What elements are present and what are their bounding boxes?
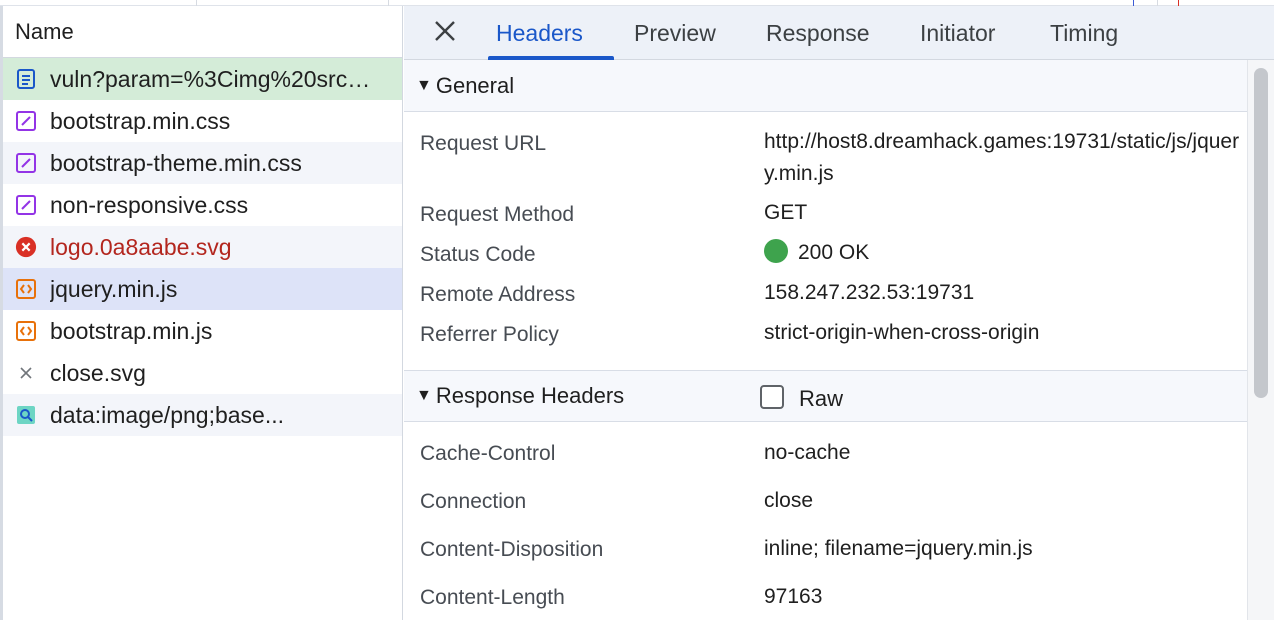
general-section-header[interactable]: ▼ General xyxy=(404,60,1247,112)
header-key: Content-Disposition xyxy=(420,538,604,561)
header-key: Content-Length xyxy=(420,586,565,609)
request-name: bootstrap.min.js xyxy=(50,317,213,344)
header-value[interactable]: 97163 xyxy=(764,581,1244,613)
request-row[interactable]: non-responsive.css xyxy=(3,184,402,226)
details-tabbar: Headers Preview Response Initiator Timin… xyxy=(404,6,1274,60)
image-icon xyxy=(15,404,37,426)
header-key: Connection xyxy=(420,490,527,513)
raw-checkbox[interactable] xyxy=(760,385,784,409)
status-ok-icon xyxy=(764,239,788,263)
request-list-panel: Name vuln?param=%3Cimg%20src%3D... boots… xyxy=(0,6,403,620)
request-url-value[interactable]: http://host8.dreamhack.games:19731/stati… xyxy=(764,126,1244,190)
referrer-policy-label: Referrer Policy xyxy=(420,323,559,346)
section-title: General xyxy=(435,72,515,98)
tab-label: Initiator xyxy=(920,19,996,46)
collapse-triangle-icon: ▼ xyxy=(416,387,432,404)
tab-initiator[interactable]: Initiator xyxy=(920,6,995,60)
header-key: Cache-Control xyxy=(420,442,556,465)
headers-content: ▼ General Request URL http://host8.dream… xyxy=(404,60,1247,620)
request-name: logo.0a8aabe.svg xyxy=(50,233,232,260)
stylesheet-icon xyxy=(15,110,37,132)
close-small-icon xyxy=(15,362,37,384)
tab-label: Preview xyxy=(634,19,716,46)
request-row[interactable]: bootstrap-theme.min.css xyxy=(3,142,402,184)
tab-label: Timing xyxy=(1050,19,1119,46)
error-icon xyxy=(15,236,37,258)
request-row[interactable]: vuln?param=%3Cimg%20src%3D... xyxy=(3,58,402,100)
request-name: jquery.min.js xyxy=(50,275,178,302)
request-method-value[interactable]: GET xyxy=(764,197,1244,229)
status-code-text: 200 OK xyxy=(798,241,870,264)
referrer-policy-value[interactable]: strict-origin-when-cross-origin xyxy=(764,317,1244,349)
section-title: Response Headers xyxy=(435,383,625,408)
request-row[interactable]: data:image/png;base... xyxy=(3,394,402,436)
request-row-selected[interactable]: jquery.min.js xyxy=(3,268,402,310)
request-row[interactable]: bootstrap.min.css xyxy=(3,100,402,142)
header-value[interactable]: close xyxy=(764,485,1244,517)
script-icon xyxy=(15,320,37,342)
request-name: bootstrap-theme.min.css xyxy=(50,149,302,176)
request-row[interactable]: bootstrap.min.js xyxy=(3,310,402,352)
scrollbar-thumb[interactable] xyxy=(1254,68,1268,398)
request-details-panel: Headers Preview Response Initiator Timin… xyxy=(404,6,1274,620)
tab-response[interactable]: Response xyxy=(766,6,870,60)
vertical-scrollbar[interactable] xyxy=(1247,60,1274,620)
tab-preview[interactable]: Preview xyxy=(634,6,716,60)
response-headers-section-header[interactable]: ▼ Response Headers Raw xyxy=(404,370,1247,422)
tab-headers[interactable]: Headers xyxy=(496,6,583,60)
close-details-button[interactable] xyxy=(432,18,458,44)
header-value[interactable]: no-cache xyxy=(764,437,1244,469)
request-name: close.svg xyxy=(50,359,146,386)
request-name: non-responsive.css xyxy=(50,191,249,218)
tab-label: Response xyxy=(766,19,870,46)
request-name: data:image/png;base... xyxy=(50,401,284,428)
tab-label: Headers xyxy=(496,19,583,46)
request-url-label: Request URL xyxy=(420,132,547,155)
request-method-label: Request Method xyxy=(420,203,575,226)
general-section-body: Request URL http://host8.dreamhack.games… xyxy=(404,112,1247,370)
request-row-error[interactable]: logo.0a8aabe.svg xyxy=(3,226,402,268)
remote-address-value[interactable]: 158.247.232.53:19731 xyxy=(764,277,1244,309)
status-code-value[interactable]: 200 OK xyxy=(764,237,1244,269)
raw-label: Raw xyxy=(799,386,844,411)
stylesheet-icon xyxy=(15,194,37,216)
name-column-label: Name xyxy=(15,18,74,44)
request-name: vuln?param=%3Cimg%20src%3D... xyxy=(50,65,390,92)
script-icon xyxy=(15,278,37,300)
remote-address-label: Remote Address xyxy=(420,283,576,306)
response-headers-body: Cache-Control no-cache Connection close … xyxy=(404,422,1247,620)
header-value[interactable]: inline; filename=jquery.min.js xyxy=(764,533,1244,565)
request-name: bootstrap.min.css xyxy=(50,107,231,134)
request-row[interactable]: close.svg xyxy=(3,352,402,394)
status-code-label: Status Code xyxy=(420,243,536,266)
tab-timing[interactable]: Timing xyxy=(1050,6,1118,60)
collapse-triangle-icon: ▼ xyxy=(416,76,432,94)
name-column-header[interactable]: Name xyxy=(3,6,402,58)
document-icon xyxy=(15,68,37,90)
stylesheet-icon xyxy=(15,152,37,174)
close-icon xyxy=(435,21,455,41)
